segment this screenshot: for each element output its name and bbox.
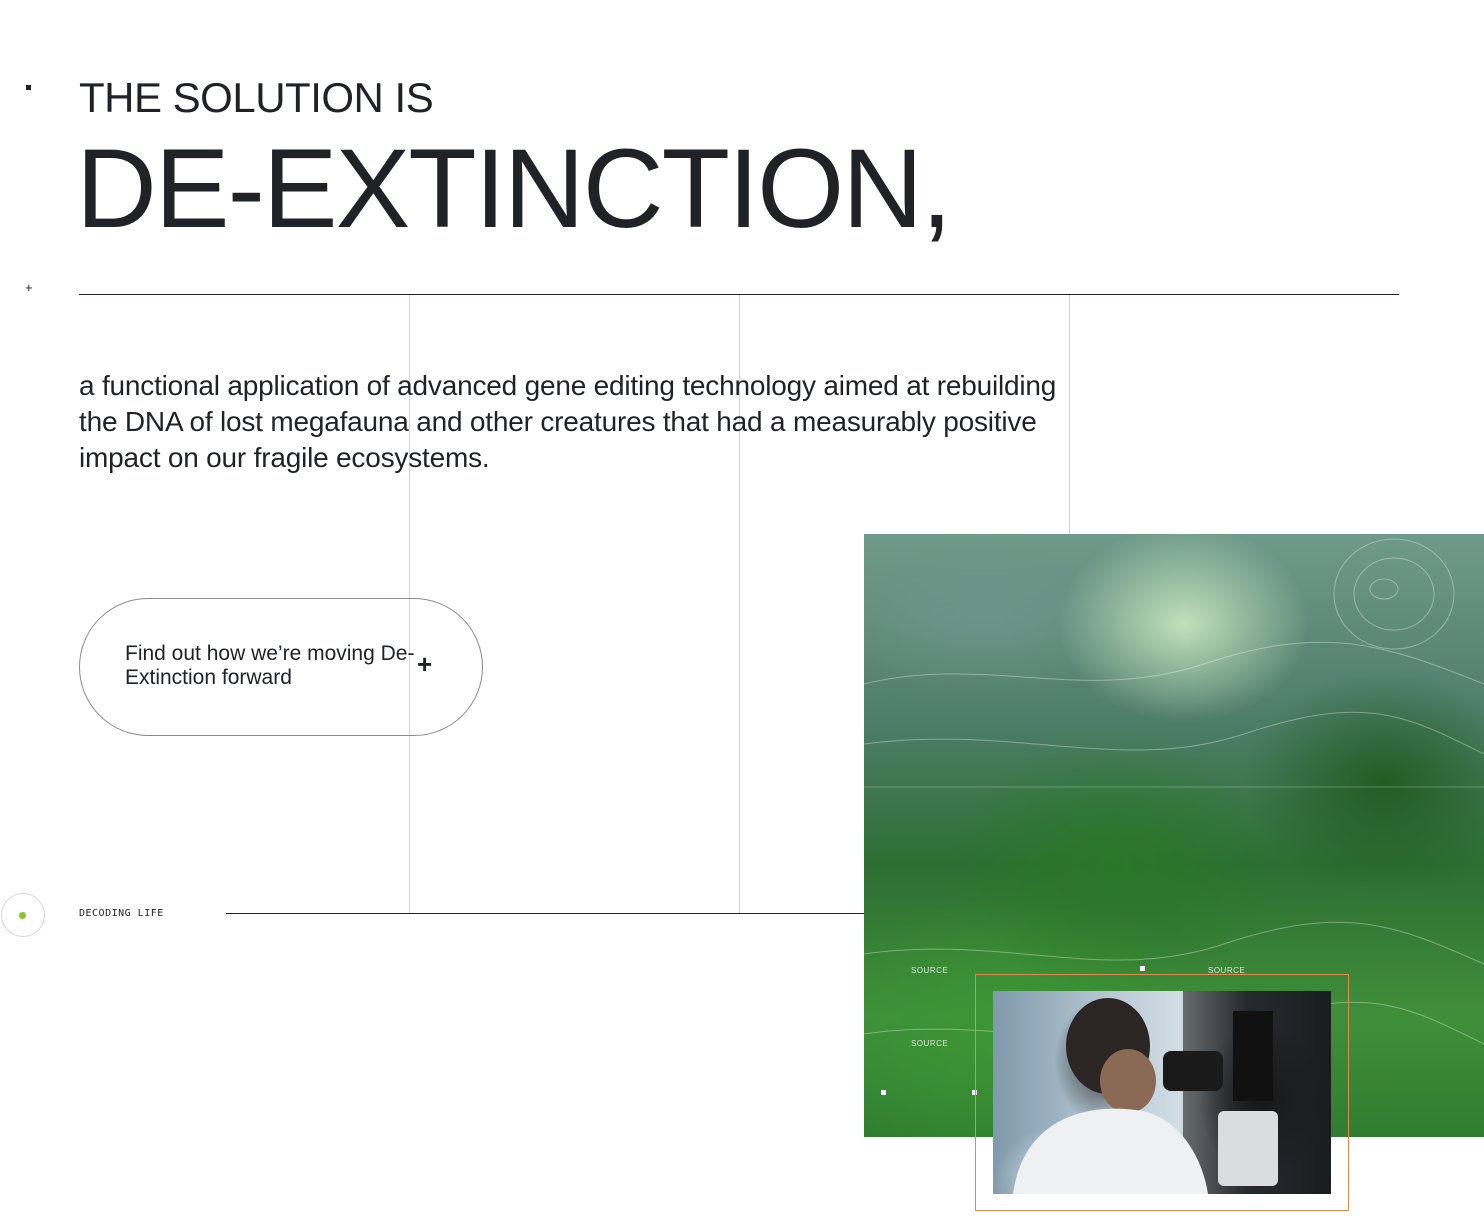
source-tag: SOURCE bbox=[911, 1039, 949, 1048]
section-divider bbox=[226, 913, 866, 914]
hero-eyebrow: THE SOLUTION IS bbox=[79, 74, 434, 121]
hero-headline: DE-EXTINCTION, bbox=[76, 126, 952, 251]
plus-icon: + bbox=[417, 649, 433, 679]
cta-label: Find out how we’re moving De-Extinction … bbox=[125, 642, 415, 689]
scientist-microscope-photo bbox=[993, 991, 1331, 1194]
find-out-more-button[interactable]: Find out how we’re moving De-Extinction … bbox=[79, 598, 483, 736]
source-tag: SOURCE bbox=[911, 966, 949, 975]
corner-square-marker bbox=[26, 85, 31, 90]
green-dot-icon bbox=[19, 912, 26, 919]
hero-description: a functional application of advanced gen… bbox=[79, 370, 1057, 473]
scientist-illustration bbox=[1013, 991, 1331, 1194]
plus-marker-icon: + bbox=[25, 280, 33, 295]
marker-square bbox=[1140, 966, 1145, 971]
marker-square bbox=[881, 1090, 886, 1095]
section-indicator bbox=[1, 893, 45, 937]
section-label: DECODING LIFE bbox=[79, 908, 164, 919]
